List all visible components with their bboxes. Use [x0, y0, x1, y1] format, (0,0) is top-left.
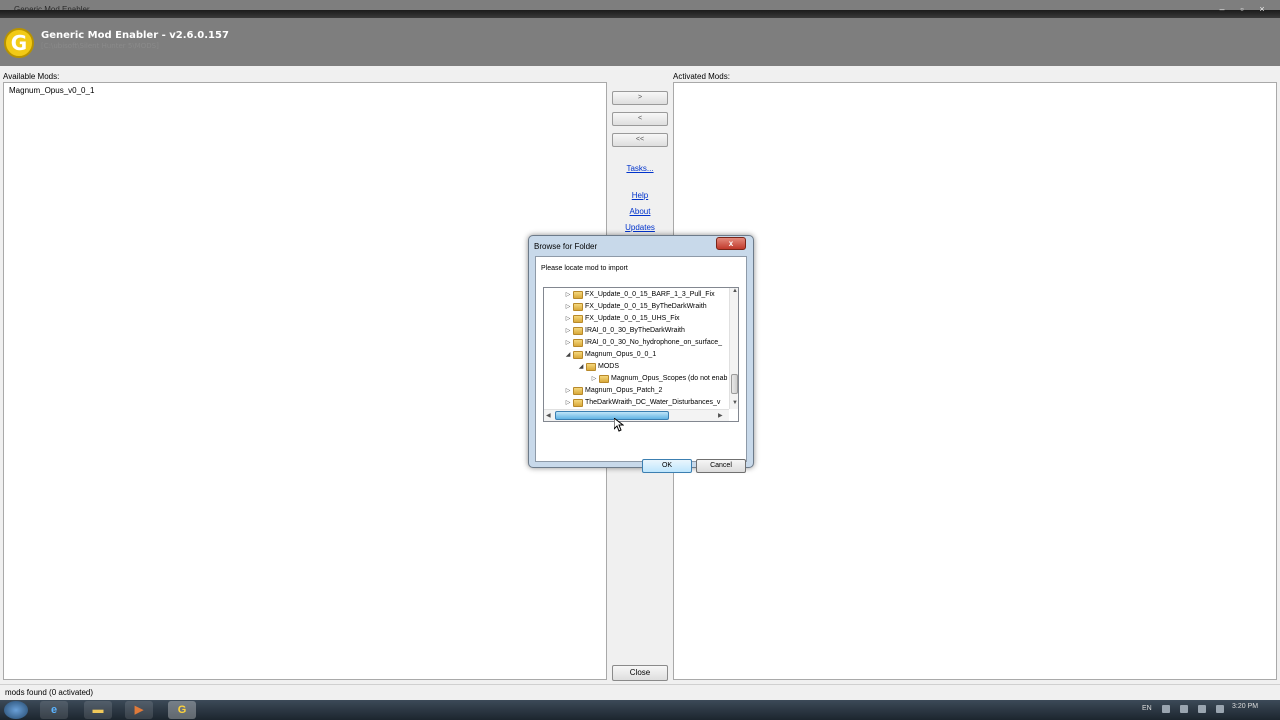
title-strip [0, 10, 1280, 18]
expanded-arrow-icon[interactable]: ◢ [564, 349, 572, 361]
tree-item[interactable]: ▷ IRAI_0_0_30_ByTheDarkWraith [544, 325, 728, 337]
collapsed-arrow-icon[interactable]: ▷ [564, 289, 572, 301]
collapsed-arrow-icon[interactable]: ▷ [564, 313, 572, 325]
expanded-arrow-icon[interactable]: ◢ [577, 361, 585, 373]
gme-taskbar-icon[interactable]: G [168, 701, 196, 719]
tree-item-label: FX_Update_0_0_15_BARF_1_3_Pull_Fix [585, 291, 715, 298]
tree-item[interactable]: ▷ FX_Update_0_0_15_UHS_Fix [544, 313, 728, 325]
deactivate-button[interactable]: < [612, 112, 668, 126]
app-path: [C:\ubisoft\Silent Hunter 5\MODS] [41, 42, 159, 50]
browse-folder-dialog: Browse for Folder x Please locate mod to… [528, 235, 754, 473]
tree-item-label: MODS [598, 363, 619, 370]
available-mods-label: Available Mods: [3, 72, 60, 81]
tree-item[interactable]: ◢ MODS [544, 361, 728, 373]
collapsed-arrow-icon[interactable]: ▷ [564, 385, 572, 397]
folder-icon [573, 303, 583, 311]
tree-item[interactable]: ▷ FX_Update_0_0_15_ByTheDarkWraith [544, 301, 728, 313]
tree-item[interactable]: ▷ TheDarkWraith_DC_Water_Disturbances_v [544, 397, 728, 409]
tray-icon[interactable] [1162, 705, 1170, 713]
collapsed-arrow-icon[interactable]: ▷ [564, 301, 572, 313]
tree-item-label: Magnum_Opus_Patch_2 [585, 387, 663, 394]
folder-icon [586, 363, 596, 371]
list-item[interactable]: Magnum_Opus_v0_0_1 [9, 86, 94, 95]
clock[interactable]: 3:20 PM [1232, 703, 1258, 710]
app-title: Generic Mod Enabler - v2.6.0.157 [41, 30, 229, 41]
folder-icon [573, 387, 583, 395]
dialog-prompt: Please locate mod to import [541, 265, 628, 272]
collapsed-arrow-icon[interactable]: ▷ [564, 337, 572, 349]
collapsed-arrow-icon[interactable]: ▷ [564, 325, 572, 337]
vertical-scroll-thumb[interactable] [731, 374, 738, 394]
close-button[interactable]: Close [612, 665, 668, 681]
maximize-icon[interactable]: ▫ [1236, 4, 1248, 14]
title-bar: Generic Mod Enabler – ▫ × G Generic Mod … [0, 0, 1280, 66]
vertical-scrollbar[interactable]: ▲ ▼ [729, 288, 738, 409]
language-indicator[interactable]: EN [1142, 705, 1152, 712]
folder-icon [573, 315, 583, 323]
tree-item[interactable]: ▷ IRAI_0_0_30_No_hydrophone_on_surface_ [544, 337, 728, 349]
about-link[interactable]: About [610, 207, 670, 216]
tray-icon[interactable] [1180, 705, 1188, 713]
activated-mods-list[interactable] [673, 82, 1277, 680]
status-bar: mods found (0 activated) [0, 684, 1280, 700]
activate-button[interactable]: > [612, 91, 668, 105]
tree-item[interactable]: ▷ Magnum_Opus_Scopes (do not enab [544, 373, 728, 385]
tree-item-label: TheDarkWraith_DC_Water_Disturbances_v [585, 399, 721, 406]
tasks-link[interactable]: Tasks... [610, 164, 670, 173]
gme-logo-icon: G [4, 28, 34, 58]
folder-icon [599, 375, 609, 383]
tree-item[interactable]: ▷ FX_Update_0_0_15_BARF_1_3_Pull_Fix [544, 289, 728, 301]
deactivate-all-button[interactable]: << [612, 133, 668, 147]
ok-button[interactable]: OK [642, 459, 692, 473]
updates-link[interactable]: Updates [610, 223, 670, 232]
horizontal-scroll-thumb[interactable] [555, 411, 669, 420]
media-icon[interactable]: ▶ [125, 701, 153, 719]
horizontal-scrollbar[interactable]: ◀ ▶ [544, 409, 729, 421]
tree-item-label: Magnum_Opus_Scopes (do not enab [611, 375, 728, 382]
folder-tree[interactable]: ▷ FX_Update_0_0_15_BARF_1_3_Pull_Fix ▷ FX_U… [543, 287, 739, 422]
dialog-title: Browse for Folder [534, 242, 598, 251]
minimize-icon[interactable]: – [1216, 4, 1228, 14]
collapsed-arrow-icon[interactable]: ▷ [590, 373, 598, 385]
folder-icon [573, 327, 583, 335]
tree-item-label: FX_Update_0_0_15_UHS_Fix [585, 315, 680, 322]
internet-explorer-icon[interactable]: e [40, 701, 68, 719]
dialog-body: Please locate mod to import ▷ FX_Update_0… [535, 256, 747, 473]
folder-icon [573, 399, 583, 407]
available-mods-list[interactable]: Magnum_Opus_v0_0_1 [3, 82, 607, 680]
folder-icon [573, 339, 583, 347]
tree-item[interactable]: ▷ Magnum_Opus_Patch_2 [544, 385, 728, 397]
tree-item-label: Magnum_Opus_0_0_1 [585, 351, 657, 358]
close-icon[interactable]: × [1256, 4, 1268, 14]
folder-icon [573, 351, 583, 359]
start-orb-icon[interactable] [4, 701, 28, 719]
tree-item-label: IRAI_0_0_30_No_hydrophone_on_surface_ [585, 339, 722, 346]
scroll-down-icon[interactable]: ▼ [732, 400, 738, 406]
tree-item-label: IRAI_0_0_30_ByTheDarkWraith [585, 327, 685, 334]
help-link[interactable]: Help [610, 191, 670, 200]
collapsed-arrow-icon[interactable]: ▷ [564, 397, 572, 409]
status-text: mods found (0 activated) [5, 688, 94, 697]
dialog-close-icon[interactable]: x [716, 237, 746, 250]
scroll-right-icon[interactable]: ▶ [718, 412, 723, 419]
network-icon[interactable] [1198, 705, 1206, 713]
folder-icon [573, 291, 583, 299]
activated-mods-label: Activated Mods: [673, 72, 730, 81]
cancel-button[interactable]: Cancel [696, 459, 746, 473]
scroll-up-icon[interactable]: ▲ [732, 288, 738, 294]
volume-icon[interactable] [1216, 705, 1224, 713]
taskbar: e ▬ ▶ G EN 3:20 PM [0, 700, 1280, 720]
explorer-icon[interactable]: ▬ [84, 701, 112, 719]
tree-item-label: FX_Update_0_0_15_ByTheDarkWraith [585, 303, 707, 310]
tree-item[interactable]: ◢ Magnum_Opus_0_0_1 [544, 349, 728, 361]
scroll-left-icon[interactable]: ◀ [546, 412, 551, 419]
